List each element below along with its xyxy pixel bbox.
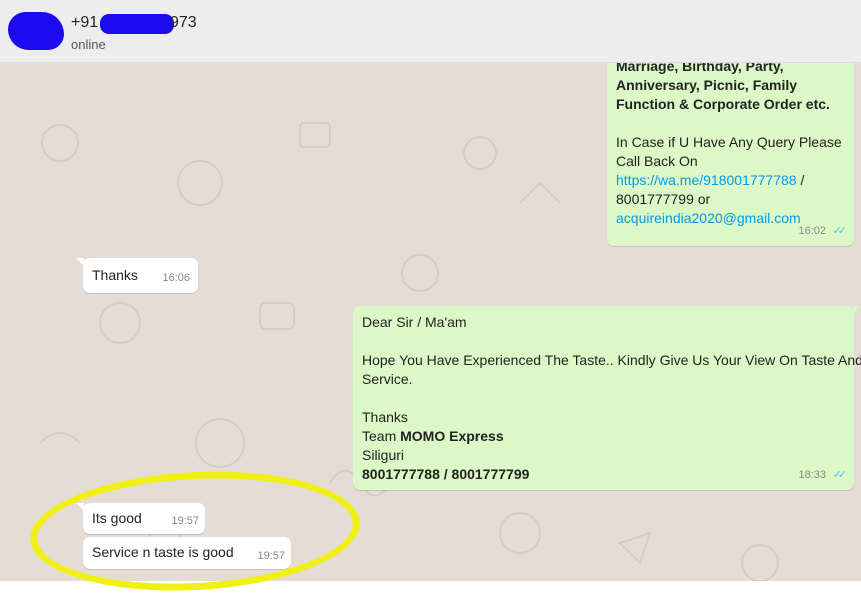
read-receipt-icon: ✓✓	[832, 225, 848, 237]
message-text: Team	[362, 428, 401, 444]
message-text: Function & Corporate Order etc.	[616, 96, 830, 112]
message-text: Dear Sir / Ma'am	[362, 314, 467, 330]
message-text: Call Back On	[616, 153, 698, 169]
phone-numbers: 8001777788 / 8001777799	[362, 466, 530, 482]
message-time: 18:33	[798, 469, 826, 481]
message-text: Thanks	[362, 409, 408, 425]
team-name: MOMO Express	[400, 428, 504, 444]
whatsapp-link[interactable]: https://wa.me/918001777788	[616, 172, 797, 188]
contact-name-suffix: 973	[170, 14, 197, 31]
contact-name-prefix: +91	[71, 14, 99, 31]
redaction-mark	[100, 14, 174, 34]
message-outgoing[interactable]: Marriage, Birthday, Party, Anniversary, …	[607, 63, 854, 246]
message-text: Anniversary, Picnic, Family	[616, 77, 798, 93]
message-time: 16:06	[162, 272, 190, 284]
read-receipt-icon: ✓✓	[832, 469, 848, 481]
message-text: /	[796, 172, 805, 188]
message-text: Thanks	[92, 267, 138, 283]
message-text: Service.	[362, 371, 413, 387]
message-text: Siliguri	[362, 447, 405, 463]
message-text: In Case if U Have Any Query Please	[616, 134, 842, 150]
message-time: 16:02	[798, 225, 826, 237]
chat-header[interactable]: +91 973 online	[0, 0, 861, 63]
message-text: Hope You Have Experienced The Taste.. Ki…	[362, 352, 861, 368]
message-text: Marriage, Birthday, Party,	[616, 63, 784, 74]
message-outgoing[interactable]: Dear Sir / Ma'am Hope You Have Experienc…	[353, 306, 861, 490]
message-text: 8001777799 or	[616, 191, 711, 207]
message-incoming[interactable]: Thanks 16:06	[76, 258, 198, 293]
contact-status: online	[71, 37, 106, 52]
avatar-redacted[interactable]	[8, 12, 64, 50]
